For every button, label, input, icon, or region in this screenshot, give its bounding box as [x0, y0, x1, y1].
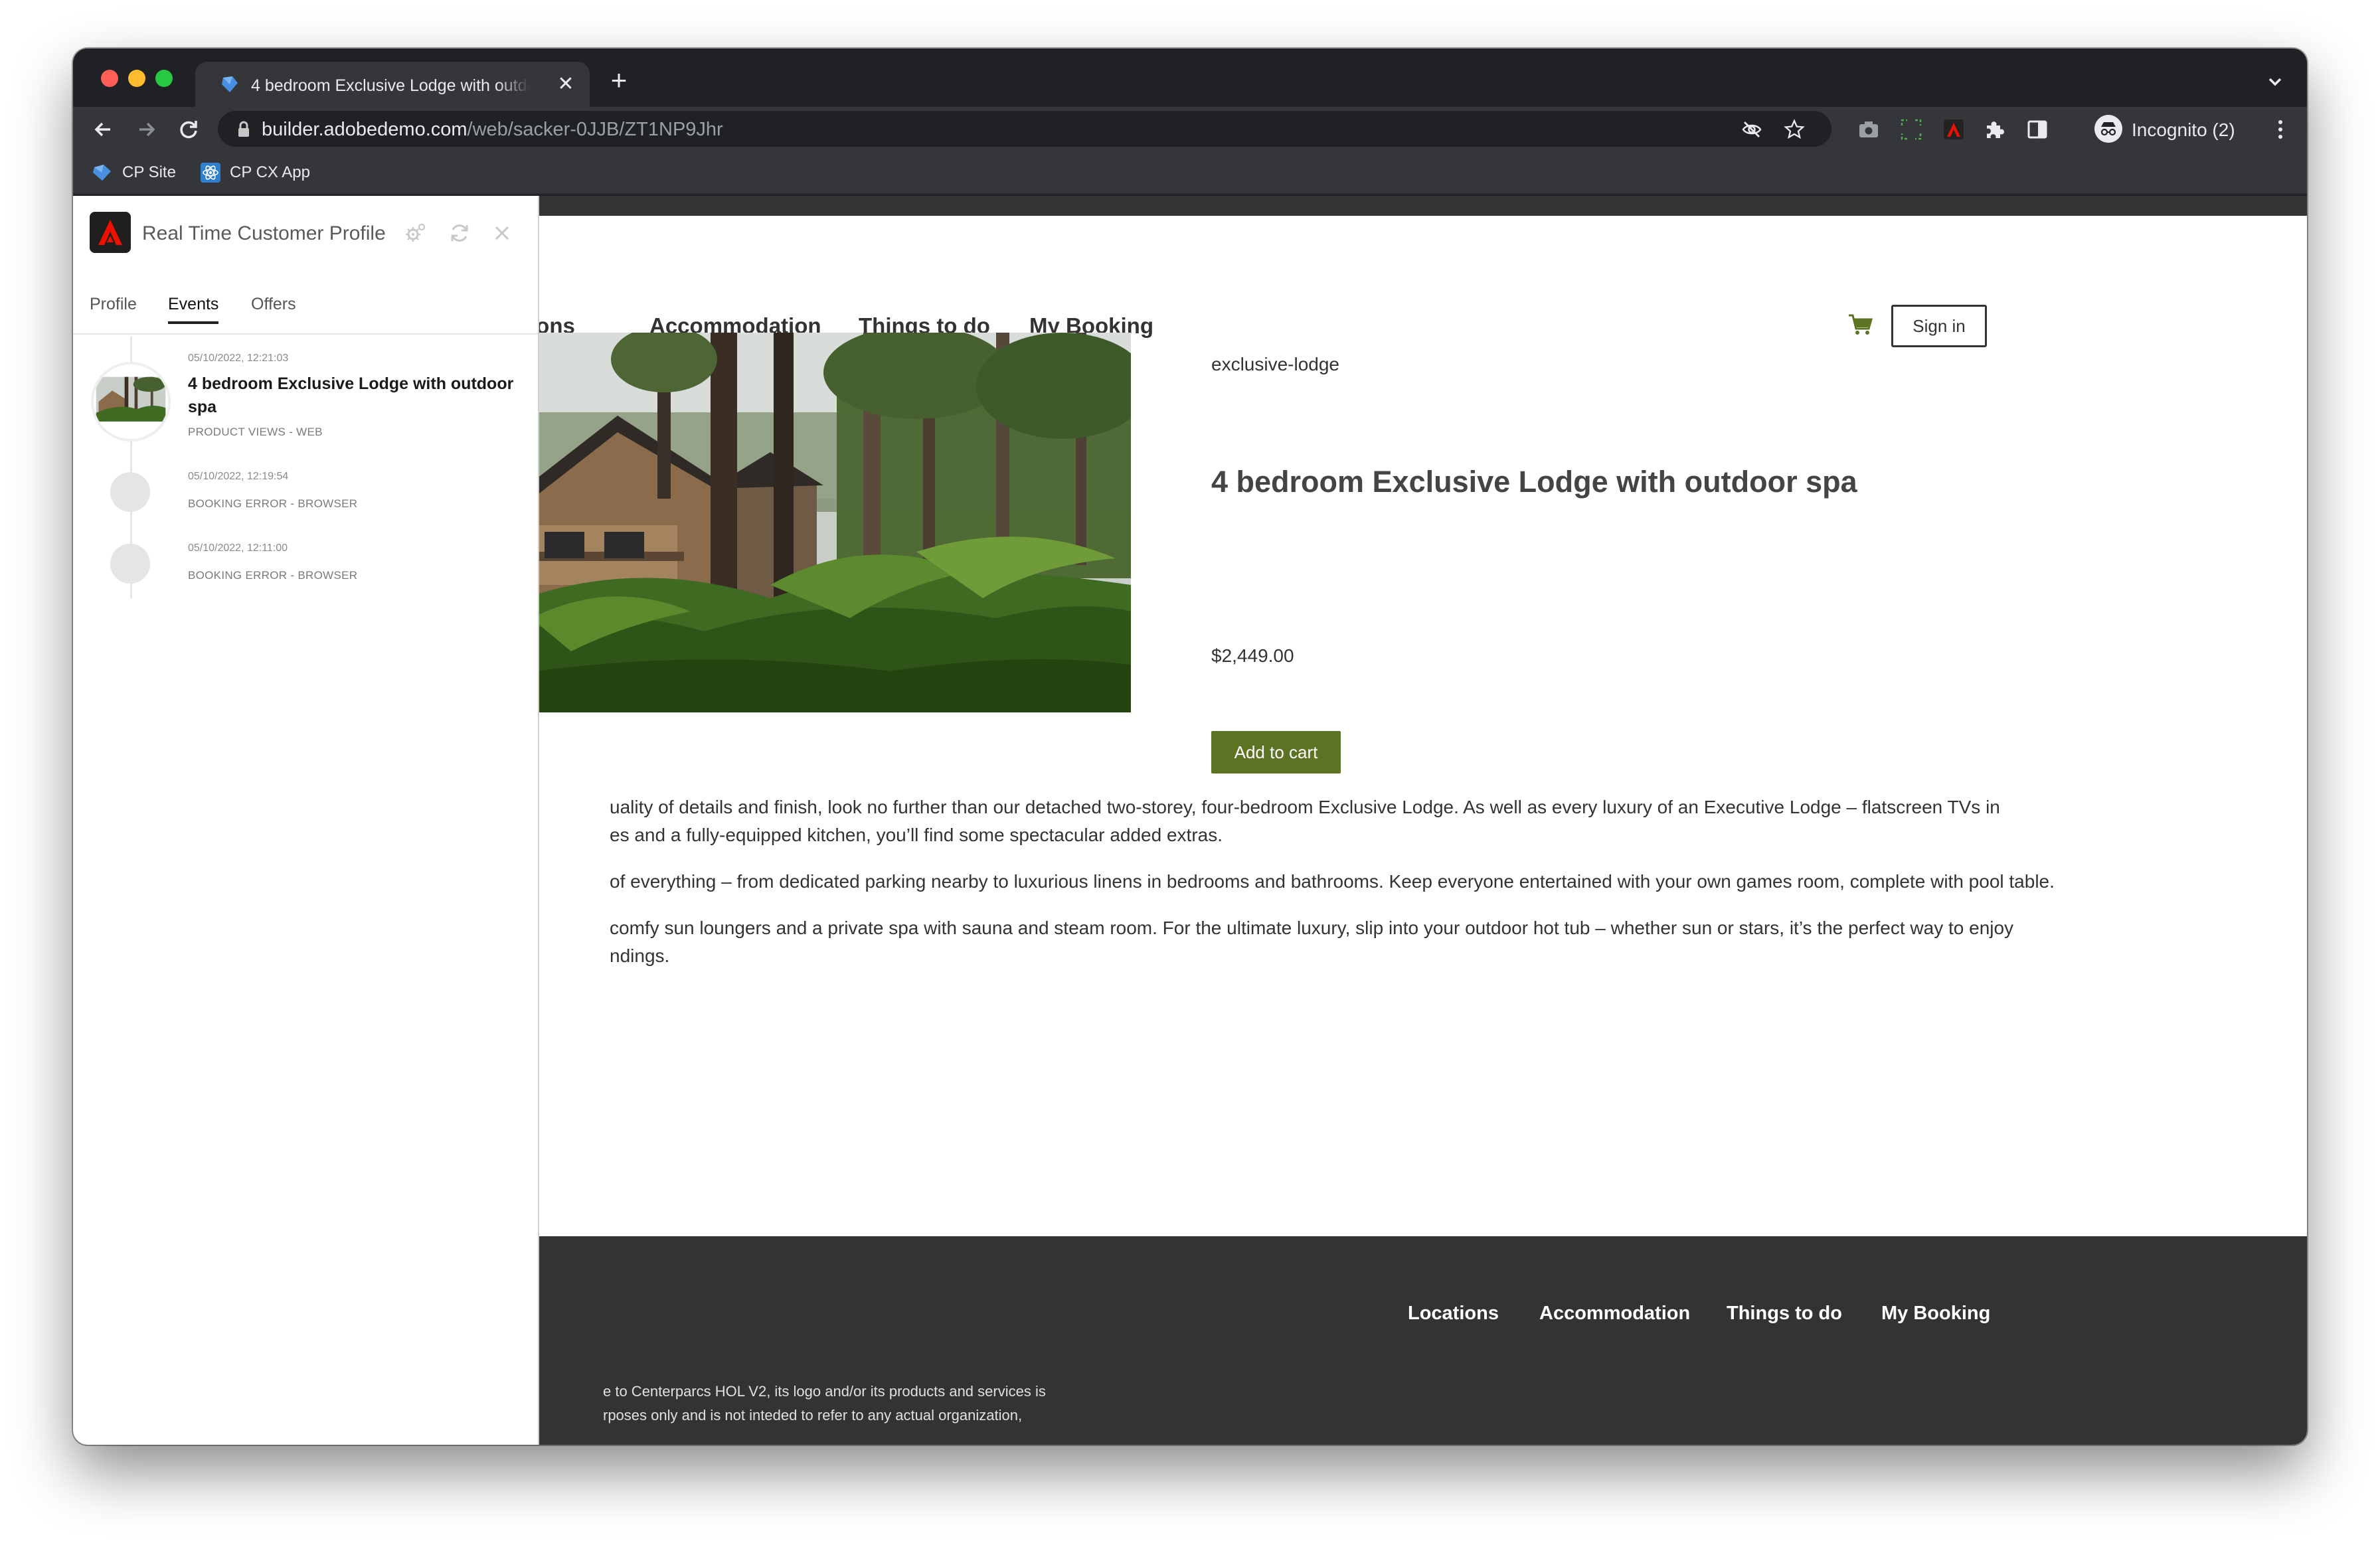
- url-text[interactable]: builder.adobedemo.com/web/sacker-0JJB/ZT…: [262, 119, 723, 141]
- description-line: ndings.: [610, 945, 670, 966]
- panel-tab-offers[interactable]: Offers: [251, 295, 296, 314]
- page-viewport: Locations Accommodation Things to do My …: [73, 196, 2307, 1445]
- incognito-profile-button[interactable]: Incognito (2): [2092, 112, 2255, 145]
- lock-icon[interactable]: [236, 121, 251, 138]
- footer-nav-accommodation[interactable]: Accommodation: [1539, 1303, 1690, 1325]
- event-timestamp: 05/10/2022, 12:19:54: [188, 471, 289, 482]
- browser-tab[interactable]: 4 bedroom Exclusive Lodge with outdoor s…: [195, 62, 590, 107]
- incognito-label: Incognito (2): [2132, 120, 2235, 140]
- browser-window: 4 bedroom Exclusive Lodge with outdoor s…: [73, 48, 2307, 1445]
- event-title[interactable]: 4 bedroom Exclusive Lodge with outdoor s…: [188, 372, 527, 419]
- eye-off-icon[interactable]: [1741, 119, 1762, 140]
- footer-legal-line: e to Centerparcs HOL V2, its logo and/or…: [603, 1383, 1046, 1400]
- reload-icon[interactable]: [174, 115, 203, 144]
- minimize-window-button[interactable]: [128, 70, 145, 87]
- event-timestamp: 05/10/2022, 12:21:03: [188, 353, 289, 364]
- tab-divider: [73, 333, 538, 335]
- close-panel-icon[interactable]: [490, 221, 514, 245]
- product-slug: exclusive-lodge: [1211, 354, 1339, 374]
- gem-icon: [93, 165, 111, 181]
- puzzle-extensions-icon[interactable]: [1983, 118, 2007, 141]
- close-window-button[interactable]: [101, 70, 118, 87]
- description-line: comfy sun loungers and a private spa wit…: [610, 918, 2014, 938]
- bookmark-label: CP CX App: [230, 163, 310, 181]
- screenshot-extension-icon[interactable]: [1899, 118, 1923, 141]
- tab-title: 4 bedroom Exclusive Lodge with outdoor s…: [251, 76, 530, 95]
- event-marker: [110, 472, 150, 512]
- browser-toolbar: builder.adobedemo.com/web/sacker-0JJB/ZT…: [73, 107, 2307, 151]
- adobe-logo-icon: [90, 212, 131, 253]
- more-menu-icon[interactable]: [2274, 118, 2287, 141]
- refresh-icon[interactable]: [448, 221, 471, 245]
- incognito-icon: [2094, 115, 2122, 143]
- event-marker: [110, 544, 150, 584]
- product-title: 4 bedroom Exclusive Lodge with outdoor s…: [1211, 465, 1857, 499]
- bookmark-cp-cx-app[interactable]: CP CX App: [201, 161, 310, 184]
- bookmark-star-icon[interactable]: [1784, 119, 1805, 140]
- description-line: es and a fully-equipped kitchen, you’ll …: [610, 825, 1223, 845]
- address-bar[interactable]: builder.adobedemo.com/web/sacker-0JJB/ZT…: [218, 111, 1831, 147]
- bookmarks-bar: CP Site CP CX App: [73, 151, 2307, 195]
- add-to-cart-button[interactable]: Add to cart: [1211, 731, 1341, 773]
- panel-title: Real Time Customer Profile: [142, 222, 386, 244]
- react-app-icon: [201, 163, 220, 183]
- event-type: PRODUCT VIEWS - WEB: [188, 426, 323, 438]
- sign-in-button[interactable]: Sign in: [1891, 305, 1987, 347]
- lodge-product-image: [491, 333, 1131, 712]
- adobe-extension-icon[interactable]: [1942, 118, 1966, 141]
- bookmark-label: CP Site: [122, 163, 176, 181]
- footer-legal-line: rposes only and is not inteded to refer …: [603, 1407, 1023, 1423]
- footer-nav-my-booking[interactable]: My Booking: [1881, 1303, 1990, 1325]
- footer-nav-things-to-do[interactable]: Things to do: [1727, 1303, 1842, 1325]
- tab-strip: 4 bedroom Exclusive Lodge with outdoor s…: [73, 48, 2307, 107]
- forward-icon[interactable]: [131, 115, 161, 144]
- new-tab-button[interactable]: +: [604, 66, 634, 96]
- panel-tab-events[interactable]: Events: [168, 295, 218, 314]
- back-icon[interactable]: [89, 115, 118, 144]
- settings-gears-icon[interactable]: [404, 221, 428, 245]
- footer-nav-locations[interactable]: Locations: [1408, 1303, 1499, 1325]
- tab-search-chevron-icon[interactable]: [2263, 70, 2287, 94]
- panel-tab-profile[interactable]: Profile: [90, 295, 137, 314]
- bookmark-cp-site[interactable]: CP Site: [92, 161, 176, 184]
- tab-close-icon[interactable]: ✕: [554, 72, 578, 96]
- maximize-window-button[interactable]: [155, 70, 173, 87]
- description-line: of everything – from dedicated parking n…: [610, 871, 2055, 892]
- event-type: BOOKING ERROR - BROWSER: [188, 569, 358, 582]
- event-thumbnail-image[interactable]: [91, 362, 171, 442]
- rtcp-side-panel: Real Time Customer Profile Profile Event…: [73, 196, 539, 1445]
- camera-extension-icon[interactable]: [1857, 118, 1881, 141]
- side-panel-icon[interactable]: [2025, 118, 2049, 141]
- gem-favicon-icon: [222, 76, 238, 92]
- shopping-cart-icon[interactable]: [1847, 313, 1874, 337]
- event-timestamp: 05/10/2022, 12:11:00: [188, 542, 288, 554]
- event-type: BOOKING ERROR - BROWSER: [188, 497, 358, 510]
- description-line: uality of details and finish, look no fu…: [610, 797, 2000, 817]
- product-price: $2,449.00: [1211, 645, 1294, 666]
- active-tab-indicator: [168, 321, 218, 324]
